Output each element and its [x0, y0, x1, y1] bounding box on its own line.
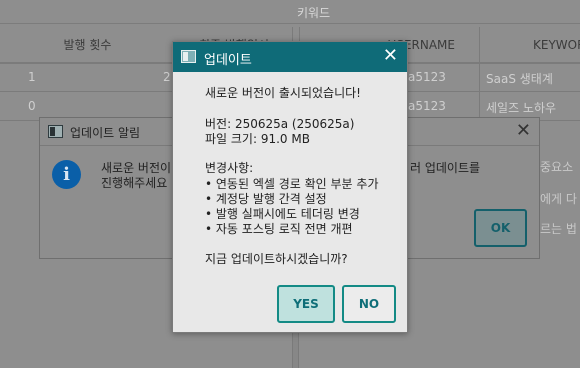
window-icon — [181, 50, 196, 63]
update-dialog: 업데이트 ✕ 새로운 버전이 출시되었습니다! 버전: 250625a (250… — [172, 41, 408, 333]
notice-message-right: 러 업데이트를 — [410, 161, 481, 175]
update-title-bar: 업데이트 ✕ — [173, 42, 407, 72]
side-text: 중요소 — [540, 160, 574, 174]
info-icon: i — [52, 160, 81, 189]
change-item: • 자동 포스팅 로직 전면 개편 — [205, 222, 353, 236]
cell-username[interactable]: a5123 — [408, 70, 446, 84]
cell-publish-count[interactable]: 1 — [28, 70, 36, 84]
close-icon[interactable]: ✕ — [383, 47, 398, 65]
update-notice-dialog: 업데이트 알림 i 새로운 버전이 진행해주세요 — [39, 117, 173, 259]
changes-header: 변경사항: — [205, 161, 254, 175]
notice-title-bar-right: ✕ — [407, 118, 539, 146]
close-icon[interactable]: ✕ — [516, 122, 531, 140]
update-question: 지금 업데이트하시겠습니까? — [205, 252, 348, 266]
col-header-keyword[interactable]: KEYWORD — [479, 27, 580, 63]
update-headline: 새로운 버전이 출시되었습니다! — [205, 86, 361, 100]
cell-publish-count[interactable]: 0 — [28, 99, 36, 113]
col-line — [479, 27, 480, 120]
cell-keyword[interactable]: 세일즈 노하우 — [486, 99, 556, 116]
window-icon — [48, 125, 63, 138]
cell-keyword[interactable]: SaaS 생태계 — [486, 70, 553, 87]
notice-message-line2: 진행해주세요 — [101, 176, 168, 190]
ok-button[interactable]: OK — [474, 209, 527, 247]
yes-button[interactable]: YES — [277, 285, 335, 323]
side-text: 에게 다 — [540, 192, 577, 206]
no-button[interactable]: NO — [342, 285, 396, 323]
file-size-line: 파일 크기: 91.0 MB — [205, 132, 310, 146]
side-text: 르는 법 — [540, 222, 577, 236]
keyword-bar: 키워드 — [0, 0, 580, 24]
cell-username[interactable]: a5123 — [408, 99, 446, 113]
col-header-publish-count[interactable]: 발행 횟수 — [0, 27, 175, 63]
notice-title: 업데이트 알림 — [70, 126, 141, 140]
cell-recent[interactable]: 2 — [163, 70, 171, 84]
keyword-header: 키워드 — [297, 6, 331, 20]
update-title: 업데이트 — [204, 53, 252, 68]
notice-title-bar: 업데이트 알림 — [40, 118, 172, 146]
